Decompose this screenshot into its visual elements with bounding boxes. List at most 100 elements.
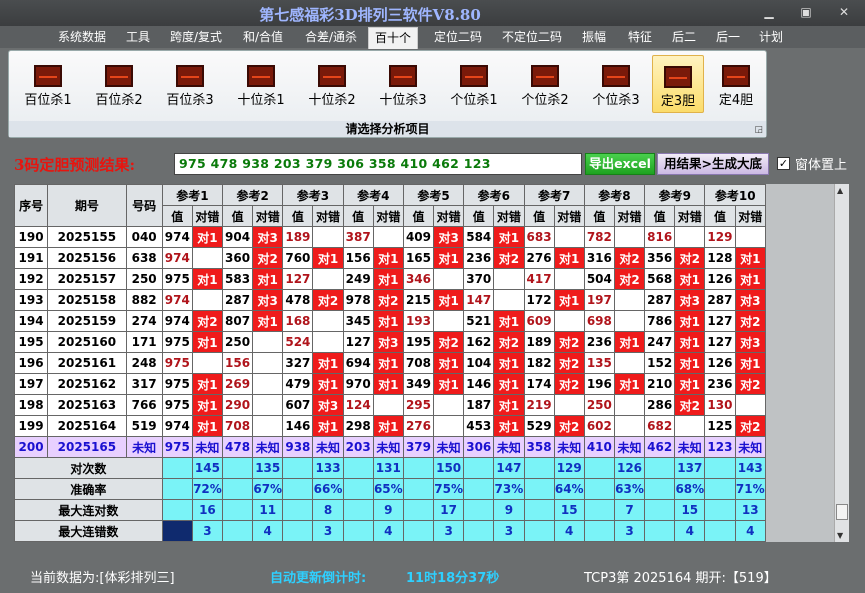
minimize-icon[interactable]: ▁ [758,3,780,21]
cell-value: 287 [644,289,676,311]
table-row[interactable]: 196 2025161 248 975 156 327 对1 694 对1 708 对1 104 对1 1… [13,352,767,374]
ribbon-button-label: 定3胆 [660,94,696,109]
ribbon-button-6[interactable]: 十位杀3 [370,55,436,113]
cell-mark [493,289,525,311]
cell-period: 2025161 [47,352,127,374]
cell-value: 287 [222,289,254,311]
ribbon-button-3[interactable]: 百位杀3 [157,55,223,113]
menu-item-5[interactable]: 合差/通杀 [303,29,359,47]
cell-mark: 对3 [312,394,344,416]
table-row[interactable]: 190 2025155 040 974 对1 904 对3 189 387 409 对3 584 对1 6… [13,226,767,248]
menu-item-8[interactable]: 不定位二码 [500,29,564,47]
results-table: 序号 期号 号码 参考1 参考2 参考3 参考4 参考5 参考6 参考7 参考8 参考9 参考10 值对错… [13,184,767,542]
close-icon[interactable]: ✕ [833,3,855,21]
cell-value: 584 [463,226,495,248]
cell-mark: 对2 [553,373,585,395]
ribbon-button-10[interactable]: 定3胆 [652,55,704,113]
menu-item-9[interactable]: 振幅 [580,29,608,47]
cell-value: 682 [644,415,676,437]
cell-mark: 对1 [674,268,706,290]
ribbon-button-1[interactable]: 百位杀1 [15,55,81,113]
table-row[interactable]: 191 2025156 638 974 360 对2 760 对1 156 对1 165 对1 236 对… [13,247,767,269]
window-on-top-label: 窗体置上 [795,158,848,173]
cell-num: 519 [125,415,163,437]
status-bar: 当前数据为:[体彩排列三] 自动更新倒计时: 11时18分37秒 TCP3第 2… [0,560,865,593]
menu-item-3[interactable]: 跨度/复式 [168,29,224,47]
stat-pad [222,478,254,500]
vertical-scrollbar[interactable]: ▲ ▼ [834,184,849,542]
table-row[interactable]: 197 2025162 317 975 对1 269 479 对1 970 对1 349 对1 146 对… [13,373,767,395]
table-row[interactable]: 198 2025163 766 975 对1 290 607 对3 124 295 187 对1 219… [13,394,767,416]
results-grid-panel: 序号 期号 号码 参考1 参考2 参考3 参考4 参考5 参考6 参考7 参考8 参考9 参考10 值对错… [13,184,849,542]
col-val: 值 [463,205,495,227]
menu-item-2[interactable]: 工具 [124,29,152,47]
cell-value: 453 [463,415,495,437]
generate-dadi-button[interactable]: 用结果>生成大底 [657,153,769,175]
cell-mark: 对1 [493,310,525,332]
menu-item-6[interactable]: 百十个 [368,27,419,49]
ribbon-expand-icon[interactable]: ◲ [754,125,763,135]
cell-value: 478 [222,436,254,458]
menu-item-7[interactable]: 定位二码 [432,29,484,47]
scroll-down-icon[interactable]: ▼ [837,531,843,540]
cell-value: 215 [402,289,435,311]
cell-value: 197 [583,289,615,311]
cell-period: 2025165 [47,436,127,458]
table-row[interactable]: 195 2025160 171 975 对1 250 524 127 对3 195 对2 162 对2 1… [13,331,767,353]
cell-mark: 对1 [493,415,525,437]
table-row[interactable]: 199 2025164 519 974 对1 708 146 对1 298 对1 276 453 对1 5… [13,415,767,437]
cell-period: 2025156 [47,247,127,269]
export-excel-button[interactable]: 导出excel [585,153,655,175]
cell-mark: 对1 [252,268,284,290]
ribbon-button-2[interactable]: 百位杀2 [86,55,152,113]
ribbon-button-label: 十位杀2 [308,93,356,108]
scroll-up-icon[interactable]: ▲ [837,186,843,195]
cell-mark [433,268,465,290]
cell-value: 370 [463,268,495,290]
stat-pad [583,457,615,479]
ribbon-button-4[interactable]: 十位杀1 [228,55,294,113]
ribbon-button-5[interactable]: 十位杀2 [299,55,365,113]
col-seq: 序号 [13,184,49,227]
stat-value: 16 [191,499,224,521]
cell-value: 162 [463,331,495,353]
scrollbar-thumb[interactable] [836,504,848,520]
cell-mark [553,268,585,290]
ribbon-button-11[interactable]: 定4胆 [710,55,762,113]
prediction-result-field[interactable]: 975 478 938 203 379 306 358 410 462 123 [174,153,582,175]
cell-mark [191,289,224,311]
cell-mark: 对1 [433,373,465,395]
ribbon-button-8[interactable]: 个位杀2 [512,55,578,113]
cell-value: 195 [402,331,435,353]
ribbon-button-7[interactable]: 个位杀1 [441,55,507,113]
menu-item-13[interactable]: 计划 [757,29,785,47]
stat-value: 3 [312,520,344,542]
cell-value: 975 [161,352,193,374]
table-row[interactable]: 194 2025159 274 974 对2 807 对1 168 345 对1 193 521 对1 6… [13,310,767,332]
col-mark: 对错 [372,205,404,227]
table-row[interactable]: 193 2025158 882 974 287 对3 478 对2 978 对2 215 对1 147 1… [13,289,767,311]
menu-item-11[interactable]: 后二 [670,29,698,47]
prediction-row[interactable]: 200 2025165 未知 975 未知 478 未知 938 未知 203 未知 379 未知 306… [13,436,767,458]
cell-value: 760 [282,247,314,269]
cell-value: 196 [583,373,615,395]
cell-mark: 对1 [312,415,344,437]
table-row[interactable]: 192 2025157 250 975 对1 583 对1 127 249 对1 346 370 417… [13,268,767,290]
cell-period: 2025159 [47,310,127,332]
cell-mark [191,352,224,374]
col-ref: 参考8 [583,184,646,206]
col-mark: 对错 [734,205,767,227]
cell-mark [252,394,284,416]
cell-mark [613,394,646,416]
ribbon-button-9[interactable]: 个位杀3 [583,55,649,113]
window-on-top-checkbox[interactable]: ✓ [777,157,790,170]
menu-item-4[interactable]: 和/合值 [241,29,285,47]
maximize-icon[interactable]: ▣ [795,3,817,21]
stat-pad [342,478,374,500]
cell-value: 583 [222,268,254,290]
menu-item-12[interactable]: 后一 [714,29,742,47]
cell-seq: 193 [13,289,49,311]
menu-item-10[interactable]: 特征 [626,29,654,47]
cell-mark: 对2 [553,415,585,437]
menu-item-1[interactable]: 系统数据 [56,29,108,47]
